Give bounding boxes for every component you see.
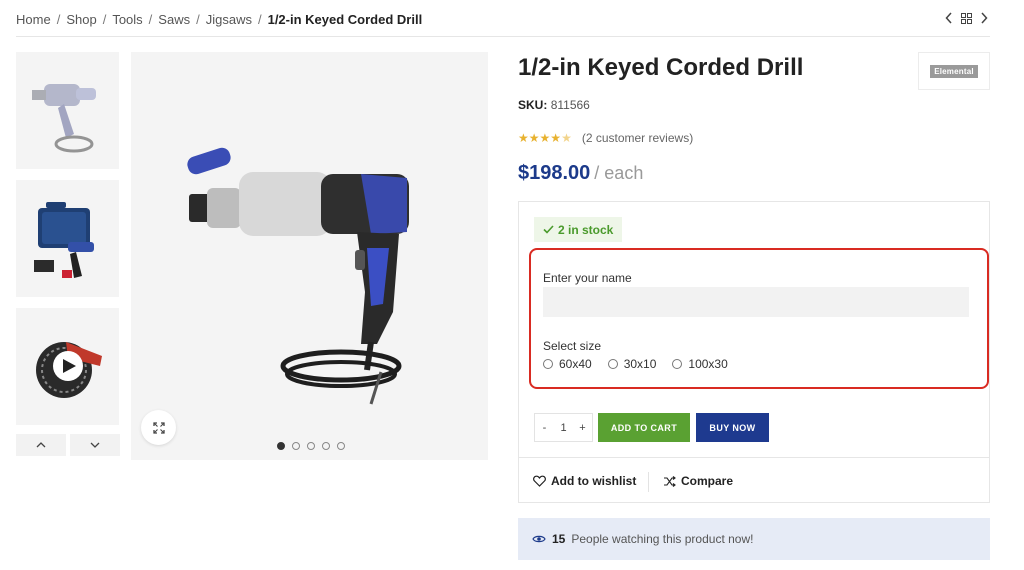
sku: SKU: 811566 <box>518 98 590 112</box>
drill-image <box>187 147 409 405</box>
price-unit: / each <box>594 163 644 183</box>
thumbnail-circular-saw-video[interactable] <box>16 308 119 425</box>
compare-label: Compare <box>681 474 734 488</box>
size-option-label: 60x40 <box>559 357 592 371</box>
custom-options-form: Enter your name Select size 60x40 30x10 … <box>529 248 989 389</box>
radio-button[interactable] <box>607 359 618 369</box>
sku-value: 811566 <box>550 98 590 112</box>
thumbnail-drill[interactable] <box>16 52 119 169</box>
size-option-label: 100x30 <box>688 357 728 371</box>
add-to-cart-button[interactable]: ADD TO CART <box>598 413 690 442</box>
stock-badge: 2 in stock <box>534 217 623 242</box>
breadcrumb-divider <box>16 36 990 37</box>
rating: ★ ★ ★ ★ ★ (2 customer reviews) <box>518 131 693 145</box>
star-icon: ★ <box>528 131 540 145</box>
star-icon: ★ <box>550 131 562 145</box>
chevron-right-icon[interactable] <box>980 12 988 24</box>
breadcrumb-home[interactable]: Home <box>16 12 51 27</box>
name-label: Enter your name <box>543 271 632 285</box>
size-option-30x10[interactable]: 30x10 <box>607 357 657 371</box>
brand-logo-box[interactable]: Elemental <box>918 52 990 90</box>
reviews-link[interactable]: (2 customer reviews) <box>582 131 693 145</box>
breadcrumb: Home / Shop / Tools / Saws / Jigsaws / 1… <box>16 12 422 27</box>
eye-icon <box>532 535 546 543</box>
stock-text: 2 in stock <box>558 222 614 237</box>
checkmark-icon <box>543 225 554 234</box>
breadcrumb-jigsaws[interactable]: Jigsaws <box>206 12 252 27</box>
breadcrumb-separator: / <box>148 12 153 27</box>
pagination-dot[interactable] <box>292 442 300 450</box>
breadcrumb-saws[interactable]: Saws <box>158 12 190 27</box>
add-to-wishlist-link[interactable]: Add to wishlist <box>533 474 636 488</box>
size-option-100x30[interactable]: 100x30 <box>672 357 728 371</box>
star-icon: ★ <box>539 131 551 145</box>
wishlist-label: Add to wishlist <box>551 474 637 488</box>
size-option-label: 30x10 <box>623 357 657 371</box>
pagination-dot[interactable] <box>322 442 330 450</box>
breadcrumb-separator: / <box>196 12 200 27</box>
buy-now-button[interactable]: BUY NOW <box>696 413 769 442</box>
breadcrumb-separator: / <box>102 12 107 27</box>
breadcrumb-separator: / <box>257 12 262 27</box>
size-options: 60x40 30x10 100x30 <box>543 357 728 371</box>
pagination-dot[interactable] <box>277 442 285 450</box>
star-half-icon: ★ <box>561 131 572 145</box>
watching-notice: 15 People watching this product now! <box>518 518 990 560</box>
radio-button[interactable] <box>672 359 683 369</box>
quantity-decrease-button[interactable]: - <box>535 422 554 434</box>
name-input[interactable] <box>543 287 969 317</box>
expand-icon <box>152 421 165 434</box>
quantity-increase-button[interactable]: + <box>573 422 592 434</box>
zoom-button[interactable] <box>141 410 176 445</box>
actions-separator <box>648 472 649 492</box>
product-navigation <box>945 12 988 24</box>
pagination-dot[interactable] <box>337 442 345 450</box>
add-to-cart-panel: 2 in stock Enter your name Select size 6… <box>518 201 990 503</box>
heart-icon <box>533 475 546 487</box>
star-rating: ★ ★ ★ ★ ★ <box>518 132 572 144</box>
quantity-stepper: - 1 + <box>534 413 593 442</box>
breadcrumb-shop[interactable]: Shop <box>66 12 96 27</box>
price-amount: $198.00 <box>518 162 591 184</box>
price: $198.00 / each <box>518 162 643 185</box>
actions-divider <box>519 457 989 458</box>
sku-label: SKU: <box>518 98 548 112</box>
compare-link[interactable]: Compare <box>663 474 733 488</box>
breadcrumb-current: 1/2-in Keyed Corded Drill <box>267 12 423 27</box>
breadcrumb-tools[interactable]: Tools <box>112 12 142 27</box>
chevron-up-icon[interactable] <box>16 434 66 456</box>
brand-logo: Elemental <box>930 64 978 78</box>
quantity-input[interactable]: 1 <box>554 422 573 434</box>
watching-text: People watching this product now! <box>571 532 754 546</box>
star-icon: ★ <box>518 131 529 145</box>
product-title: 1/2-in Keyed Corded Drill <box>518 54 804 81</box>
thumbnail-arrows <box>16 434 120 456</box>
chevron-left-icon[interactable] <box>945 12 953 24</box>
thumbnail-drill-kit[interactable] <box>16 180 119 297</box>
image-pagination <box>277 442 345 450</box>
shuffle-icon <box>664 475 676 487</box>
pagination-dot[interactable] <box>307 442 315 450</box>
size-option-60x40[interactable]: 60x40 <box>543 357 592 371</box>
radio-button[interactable] <box>543 359 553 369</box>
chevron-down-icon[interactable] <box>70 434 120 456</box>
size-label: Select size <box>543 339 602 353</box>
watching-count: 15 <box>552 532 566 546</box>
grid-icon[interactable] <box>961 12 972 24</box>
breadcrumb-separator: / <box>56 12 61 27</box>
main-product-image[interactable] <box>131 52 488 460</box>
thumbnail-strip <box>16 52 119 436</box>
